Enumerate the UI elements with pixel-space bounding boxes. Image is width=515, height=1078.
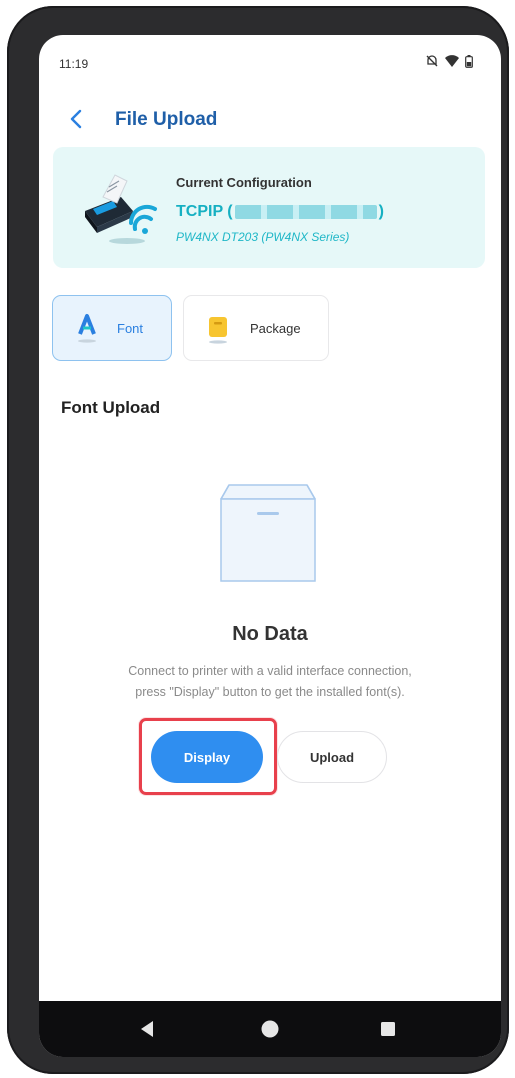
tab-font[interactable]: Font [52,295,172,361]
font-icon [71,308,103,348]
masked-address [234,205,377,219]
config-heading: Current Configuration [176,175,312,190]
printer-model: PW4NX DT203 (PW4NX Series) [176,230,350,244]
printer-wifi-icon [75,167,159,249]
connection-suffix: ) [378,203,384,220]
status-icons [425,54,473,68]
battery-icon [465,54,473,68]
status-time: 11:19 [59,57,89,71]
configuration-card[interactable]: Current Configuration TCPIP ( ) PW4NX DT… [53,147,485,268]
empty-description: Connect to printer with a valid interfac… [69,661,471,703]
tab-package-label: Package [250,320,301,336]
section-title: Font Upload [61,398,161,417]
tab-font-label: Font [117,320,144,336]
app-screen: 11:19 File Upload Current Configuration … [39,35,501,1057]
back-button[interactable] [65,107,89,131]
empty-title: No Data [232,623,308,645]
tab-package[interactable]: Package [183,295,329,361]
mute-icon [425,54,439,68]
display-button[interactable]: Display [151,731,263,783]
package-icon [202,308,234,348]
connection-prefix: TCPIP ( [176,203,233,220]
empty-description-line2: press "Display" button to get the instal… [135,685,405,699]
empty-box-icon [213,479,323,589]
back-triangle-icon[interactable] [136,1018,158,1040]
recents-square-icon[interactable] [377,1018,399,1040]
chevron-left-icon [70,109,82,129]
upload-button[interactable]: Upload [277,731,387,783]
home-circle-icon[interactable] [259,1018,281,1040]
connection-info: TCPIP ( ) [176,203,384,221]
empty-description-line1: Connect to printer with a valid interfac… [128,664,412,678]
wifi-icon [445,55,459,67]
phone-frame: 11:19 File Upload Current Configuration … [7,6,509,1074]
page-title: File Upload [115,109,218,130]
system-navbar [39,1001,501,1057]
